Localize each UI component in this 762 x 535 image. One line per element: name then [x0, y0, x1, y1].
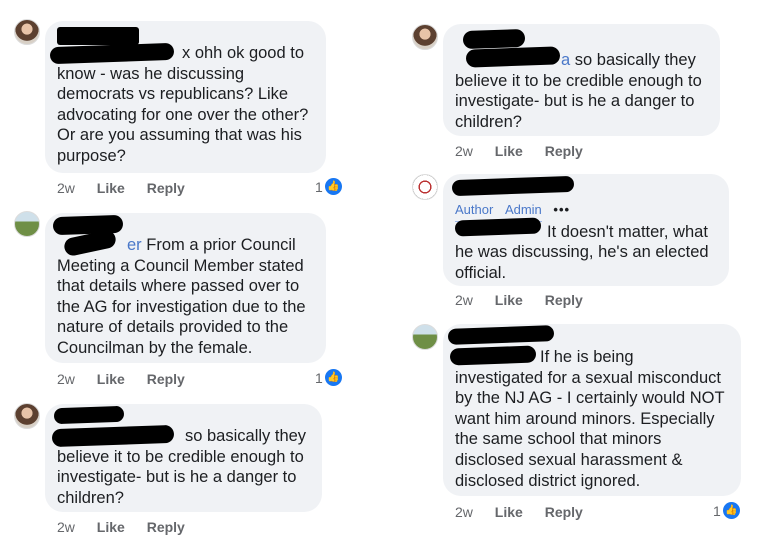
reply-button[interactable]: Reply — [147, 371, 185, 387]
comment-actions: 2w Like Reply — [57, 371, 203, 387]
thumbs-up-icon: 👍 — [722, 502, 740, 519]
redaction — [57, 27, 139, 45]
comment-text-line: disclosed district ignored. — [455, 471, 641, 490]
reply-button[interactable]: Reply — [147, 180, 185, 196]
redaction — [462, 28, 526, 50]
comment-text-line: know - was he discussing — [57, 64, 245, 83]
redaction — [53, 405, 125, 425]
comment-text-line: investigated for a sexual misconduct — [455, 368, 721, 387]
comment-text-line: advocating for one over the other? — [57, 105, 309, 124]
comment-text-line: official. — [455, 263, 507, 282]
comment-text-line: nature of details provided to the — [57, 318, 289, 337]
avatar[interactable] — [412, 174, 438, 200]
redaction — [454, 217, 542, 237]
comment-text-line: Councilman by the female. — [57, 338, 253, 357]
comment-text: so basically they — [570, 51, 696, 69]
comment-text-line: disclosed sexual harassment & — [455, 450, 683, 469]
comment-text-line: democrats vs republicans? Like — [57, 85, 289, 104]
like-button[interactable]: Like — [495, 292, 523, 308]
avatar[interactable] — [412, 24, 438, 50]
comment-text-line: the AG for investigation due to the — [57, 297, 306, 316]
comment-text-line: he was discussing, he's an elected — [455, 243, 709, 262]
like-button[interactable]: Like — [97, 371, 125, 387]
comment-text-line: Meeting a Council Member stated — [57, 256, 304, 275]
timestamp[interactable]: 2w — [455, 504, 473, 520]
comment-text-line: purpose? — [57, 146, 126, 165]
more-icon[interactable]: ••• — [553, 200, 570, 221]
comment-text-line: Or are you assuming that was his — [57, 126, 302, 145]
comment-actions: 2w Like Reply — [455, 143, 601, 159]
mention-link[interactable]: er — [127, 236, 142, 254]
comment-text-line: by the NJ AG - I certainly would NOT — [455, 389, 725, 408]
comment-text-line: children? — [57, 488, 124, 507]
comment-actions: 2w Like Reply — [57, 180, 203, 196]
reaction-count[interactable]: 1 👍 — [315, 369, 342, 386]
reply-button[interactable]: Reply — [545, 504, 583, 520]
comment-text-line: that details where passed over to — [57, 277, 300, 296]
reaction-count[interactable]: 1 👍 — [713, 502, 740, 519]
comment-text-line: want him around minors. Especially — [455, 409, 715, 428]
like-button[interactable]: Like — [495, 143, 523, 159]
comment-actions: 2w Like Reply — [455, 504, 601, 520]
timestamp[interactable]: 2w — [57, 371, 75, 387]
avatar[interactable] — [14, 211, 40, 237]
reply-button[interactable]: Reply — [147, 519, 185, 535]
comment-actions: 2w Like Reply — [57, 519, 203, 535]
thumbs-up-icon: 👍 — [324, 369, 342, 386]
timestamp[interactable]: 2w — [57, 519, 75, 535]
reaction-number: 1 — [315, 369, 323, 386]
timestamp[interactable]: 2w — [455, 143, 473, 159]
comment-text-line: investigate- but is he a danger to — [57, 468, 297, 487]
comment-actions: 2w Like Reply — [455, 292, 601, 308]
avatar[interactable] — [412, 324, 438, 350]
comment-text-line: believe it to be credible enough to — [57, 447, 304, 466]
comment-text-line: investigate- but is he a danger to — [455, 92, 695, 111]
redaction — [449, 345, 537, 366]
reaction-number: 1 — [315, 178, 323, 195]
comment-text-line: believe it to be credible enough to — [455, 71, 702, 90]
thumbs-up-icon: 👍 — [324, 178, 342, 195]
timestamp[interactable]: 2w — [455, 292, 473, 308]
comment-text-line: children? — [455, 112, 522, 131]
avatar[interactable] — [14, 19, 40, 45]
like-button[interactable]: Like — [97, 180, 125, 196]
reply-button[interactable]: Reply — [545, 143, 583, 159]
reply-button[interactable]: Reply — [545, 292, 583, 308]
reaction-count[interactable]: 1 👍 — [315, 178, 342, 195]
reaction-number: 1 — [713, 502, 721, 519]
mention-link[interactable]: a — [561, 51, 570, 69]
comment-text-line: the same school that minors — [455, 430, 662, 449]
comment-text: From a prior Council — [141, 236, 296, 254]
avatar[interactable] — [14, 403, 40, 429]
redaction — [465, 46, 561, 68]
like-button[interactable]: Like — [97, 519, 125, 535]
like-button[interactable]: Like — [495, 504, 523, 520]
timestamp[interactable]: 2w — [57, 180, 75, 196]
